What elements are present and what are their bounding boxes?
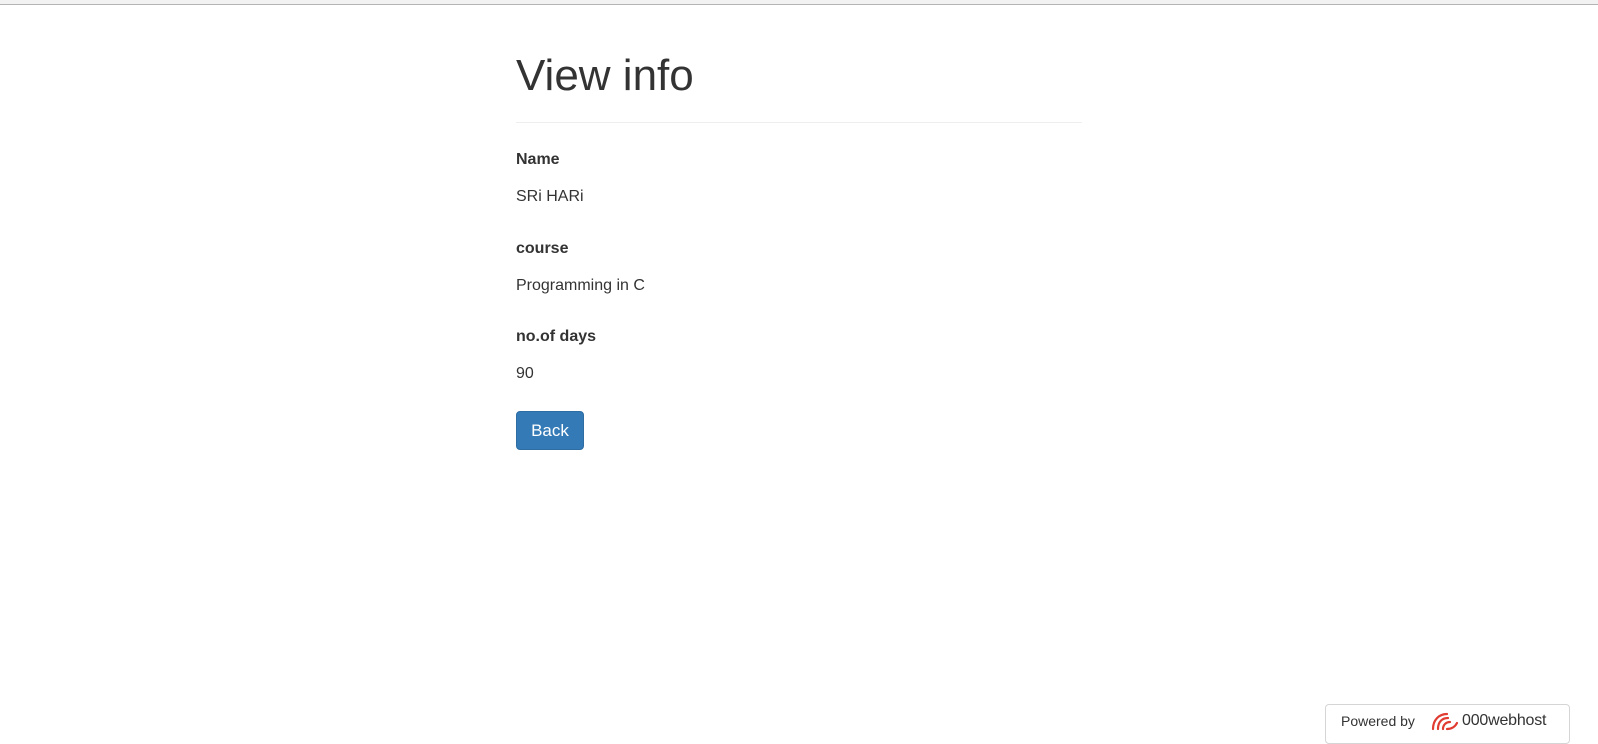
powered-by-label: Powered by [1341, 713, 1415, 729]
field-label-course: course [516, 240, 569, 257]
powered-by-badge[interactable]: Powered by 000webhost [1325, 704, 1570, 744]
page-title: View info [516, 51, 694, 100]
browser-top-border [0, 0, 1598, 5]
field-label-name: Name [516, 151, 560, 168]
000webhost-logo-icon [1429, 710, 1459, 732]
field-label-days: no.of days [516, 328, 597, 345]
title-divider [516, 122, 1082, 123]
field-value-days: 90 [516, 365, 534, 382]
brand-name: 000webhost [1462, 712, 1547, 729]
field-value-name: SRi HARi [516, 188, 584, 205]
field-value-course: Programming in C [516, 277, 645, 294]
back-button[interactable]: Back [516, 411, 584, 450]
